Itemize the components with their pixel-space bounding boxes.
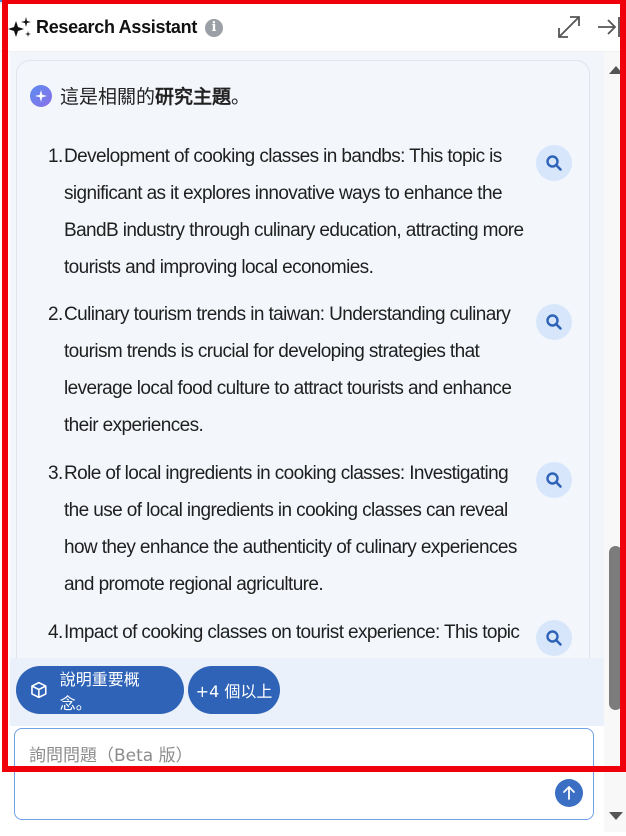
intro-prefix: 這是相關的	[60, 86, 156, 108]
topic-2-search-button[interactable]	[536, 304, 572, 340]
topic-number: 1.	[48, 146, 63, 167]
search-icon	[546, 472, 562, 488]
scrollbar-thumb[interactable]	[609, 546, 622, 710]
topic-number: 3.	[48, 463, 63, 484]
intro-bold: 研究主題	[155, 86, 232, 108]
intro-line: 這是相關的 研究主題。	[30, 82, 250, 109]
topic-number: 2.	[48, 304, 63, 325]
topic-4-search-button[interactable]	[536, 620, 572, 656]
explain-concepts-chip[interactable]: 說明重要概念。	[16, 666, 184, 714]
topic-item-1: 1. Development of cooking classes in ban…	[48, 138, 528, 286]
info-icon[interactable]: i	[205, 18, 224, 37]
top-progress-line	[0, 0, 350, 2]
scroll-down-arrow-icon[interactable]	[609, 812, 623, 820]
panel-header: Research Assistant i	[0, 4, 626, 52]
assistant-sparkle-icon	[30, 84, 52, 107]
more-suggestions-label: +4 個以上	[195, 682, 273, 701]
collapse-panel-icon[interactable]	[596, 14, 622, 40]
topic-item-2: 2. Culinary tourism trends in taiwan: Un…	[48, 296, 528, 444]
topic-text: Impact of cooking classes on tourist exp…	[64, 622, 520, 643]
topic-1-search-button[interactable]	[536, 145, 572, 181]
question-input[interactable]: 詢問問題（Beta 版）	[14, 728, 594, 820]
suggestion-chips: 說明重要概念。 +4 個以上	[10, 658, 604, 726]
topic-text: Development of cooking classes in bandbs…	[64, 146, 524, 278]
topic-text: Role of local ingredients in cooking cla…	[64, 463, 517, 595]
topic-text: Culinary tourism trends in taiwan: Under…	[64, 304, 512, 436]
topic-item-4: 4. Impact of cooking classes on tourist …	[48, 614, 528, 654]
search-icon	[546, 155, 562, 171]
send-button[interactable]	[555, 779, 583, 807]
topic-number: 4.	[48, 622, 63, 643]
intro-suffix: 。	[231, 86, 251, 108]
search-icon	[546, 314, 562, 330]
sparkle-icon	[8, 16, 31, 37]
question-input-placeholder: 詢問問題（Beta 版）	[29, 746, 193, 766]
topic-item-3: 3. Role of local ingredients in cooking …	[48, 455, 528, 603]
scroll-up-arrow-icon[interactable]	[609, 66, 623, 74]
search-icon	[546, 630, 562, 646]
cube-icon	[31, 681, 47, 699]
arrow-up-icon	[563, 786, 575, 800]
expand-icon[interactable]	[556, 14, 582, 40]
panel-title: Research Assistant	[36, 17, 198, 37]
topic-3-search-button[interactable]	[536, 462, 572, 498]
explain-concepts-label: 說明重要概念。	[59, 670, 140, 713]
scrollbar[interactable]	[604, 52, 626, 832]
more-suggestions-chip[interactable]: +4 個以上	[188, 666, 280, 714]
